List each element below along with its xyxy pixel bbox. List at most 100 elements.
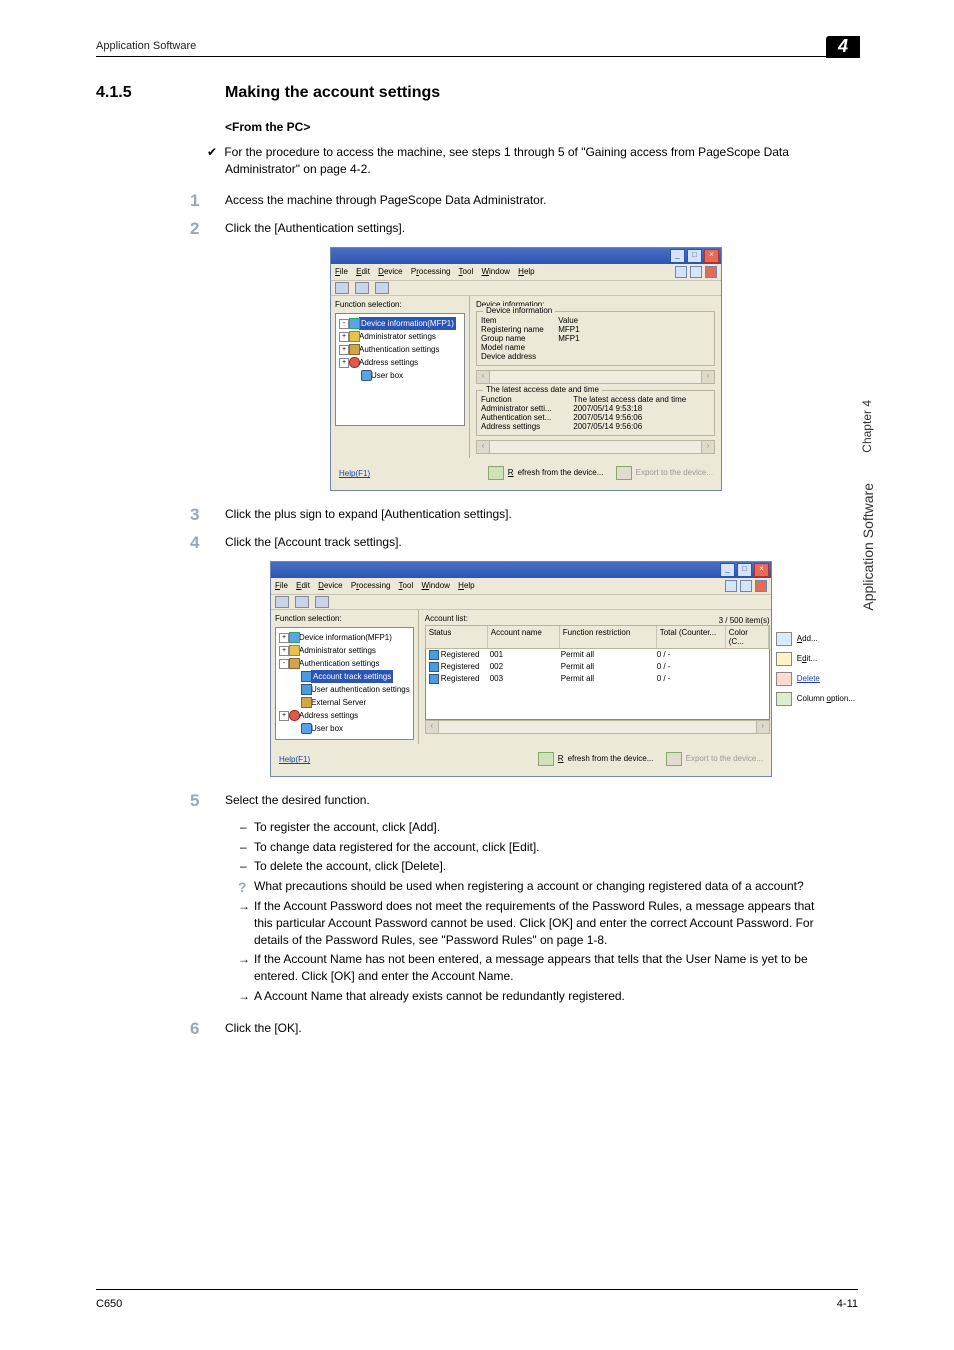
menu-edit[interactable]: Edit	[356, 267, 370, 276]
status-icon	[429, 662, 439, 672]
column-option-button[interactable]: Column option...	[776, 692, 860, 706]
toolbar-icon[interactable]	[375, 282, 389, 294]
h-scrollbar[interactable]: ‹ ›	[425, 720, 770, 734]
menu-window[interactable]: Window	[481, 267, 509, 276]
minimize-icon[interactable]: _	[720, 563, 735, 577]
tree-item-device-info[interactable]: Device information(MFP1)	[359, 317, 456, 330]
col-color[interactable]: Color (C...	[726, 626, 769, 648]
close-icon[interactable]: ×	[754, 563, 769, 577]
tree-collapse-icon[interactable]: -	[279, 659, 289, 669]
menu-device[interactable]: Device	[318, 581, 342, 590]
inner-close-icon[interactable]	[755, 580, 767, 592]
tree-expand-icon[interactable]: +	[279, 711, 289, 721]
scroll-left-icon[interactable]: ‹	[425, 720, 439, 734]
scroll-left-icon[interactable]: ‹	[476, 370, 490, 384]
col-status[interactable]: Status	[426, 626, 488, 648]
device-icon	[349, 318, 360, 329]
row-label: Registering name	[481, 325, 556, 334]
account-table[interactable]: Registered 001 Permit all 0 / - Register…	[425, 649, 770, 720]
scroll-right-icon[interactable]: ›	[701, 370, 715, 384]
toolbar-icon[interactable]	[315, 596, 329, 608]
refresh-button[interactable]: RRefresh from the device...efresh from t…	[488, 466, 604, 480]
toolbar-icon[interactable]	[275, 596, 289, 608]
tree-item-address[interactable]: Address settings	[359, 358, 418, 367]
tree-item-userbox[interactable]: User box	[371, 371, 403, 380]
table-row[interactable]: Registered 003 Permit all 0 / -	[426, 673, 769, 685]
function-tree[interactable]: -Device information(MFP1) + Administrator…	[335, 313, 465, 426]
row-label: Authentication set...	[481, 413, 571, 422]
add-icon	[776, 632, 792, 646]
tree-expand-icon[interactable]: +	[339, 358, 349, 368]
menu-device[interactable]: Device	[378, 267, 402, 276]
col-total[interactable]: Total (Counter...	[657, 626, 726, 648]
table-header[interactable]: Status Account name Function restriction…	[425, 625, 770, 649]
inner-minimize-icon[interactable]	[725, 580, 737, 592]
help-link[interactable]: Help(F1)	[279, 755, 310, 764]
tree-item-auth[interactable]: Authentication settings	[359, 345, 440, 354]
window-titlebar[interactable]: _ □ ×	[331, 248, 721, 264]
footer-page-number: 4-11	[837, 1298, 858, 1310]
menu-processing[interactable]: Processing	[351, 581, 391, 590]
menu-file[interactable]: FFileile	[335, 267, 348, 276]
maximize-icon[interactable]: □	[737, 563, 752, 577]
tree-item-user-auth[interactable]: User authentication settings	[311, 685, 410, 694]
menubar[interactable]: FFileile Edit Device Processing Tool Win…	[335, 267, 541, 276]
answer-item: If the Account Password does not meet th…	[240, 898, 830, 948]
menu-file[interactable]: File	[275, 581, 288, 590]
tree-item-userbox[interactable]: User box	[311, 724, 343, 733]
table-row[interactable]: Registered 001 Permit all 0 / -	[426, 649, 769, 661]
tree-item-account-track[interactable]: Account track settings	[311, 670, 393, 683]
scroll-left-icon[interactable]: ‹	[476, 440, 490, 454]
tree-expand-icon[interactable]: +	[339, 332, 349, 342]
table-row[interactable]: Registered 002 Permit all 0 / -	[426, 661, 769, 673]
help-link[interactable]: Help(F1)	[339, 469, 370, 478]
function-tree[interactable]: + Device information(MFP1) + Administrator…	[275, 627, 414, 740]
inner-restore-icon[interactable]	[690, 266, 702, 278]
tree-expand-icon[interactable]: +	[339, 345, 349, 355]
inner-close-icon[interactable]	[705, 266, 717, 278]
menu-help[interactable]: Help	[518, 267, 534, 276]
tree-item-external-server[interactable]: External Server	[311, 698, 366, 707]
close-icon[interactable]: ×	[704, 249, 719, 263]
tree-item-auth[interactable]: Authentication settings	[299, 659, 380, 668]
tree-item-admin[interactable]: Administrator settings	[359, 332, 436, 341]
edit-button[interactable]: Edit...	[776, 652, 860, 666]
menu-processing[interactable]: Processing	[411, 267, 451, 276]
tree-expand-icon[interactable]: +	[279, 646, 289, 656]
toolbar-icon[interactable]	[335, 282, 349, 294]
screenshot-window-device-info: _ □ × FFileile Edit Device Processing To…	[330, 247, 722, 491]
refresh-button[interactable]: Refresh from the device...	[538, 752, 654, 766]
menu-window[interactable]: Window	[421, 581, 449, 590]
tree-expand-icon[interactable]: +	[279, 633, 289, 643]
tree-item-device-info[interactable]: Device information(MFP1)	[299, 633, 392, 642]
row-label: Address settings	[481, 422, 571, 431]
scroll-right-icon[interactable]: ›	[756, 720, 770, 734]
row-value: 2007/05/14 9:56:06	[573, 413, 686, 422]
question-item: What precautions should be used when reg…	[240, 878, 830, 895]
inner-restore-icon[interactable]	[740, 580, 752, 592]
admin-icon	[349, 331, 360, 342]
menubar[interactable]: File Edit Device Processing Tool Window …	[275, 581, 481, 590]
h-scrollbar[interactable]: ‹ ›	[476, 370, 715, 384]
tree-item-admin[interactable]: Administrator settings	[299, 646, 376, 655]
toolbar-icon[interactable]	[355, 282, 369, 294]
col-function-restriction[interactable]: Function restriction	[560, 626, 657, 648]
toolbar-icon[interactable]	[295, 596, 309, 608]
menu-tool[interactable]: Tool	[459, 267, 474, 276]
minimize-icon[interactable]: _	[670, 249, 685, 263]
col-account-name[interactable]: Account name	[488, 626, 560, 648]
tree-expand-icon[interactable]: -	[339, 319, 349, 329]
delete-button[interactable]: Delete	[776, 672, 860, 686]
menu-help[interactable]: Help	[458, 581, 474, 590]
menu-tool[interactable]: Tool	[399, 581, 414, 590]
menu-edit[interactable]: Edit	[296, 581, 310, 590]
inner-minimize-icon[interactable]	[675, 266, 687, 278]
tree-item-address[interactable]: Address settings	[299, 711, 358, 720]
maximize-icon[interactable]: □	[687, 249, 702, 263]
h-scrollbar[interactable]: ‹ ›	[476, 440, 715, 454]
row-label: Model name	[481, 343, 556, 352]
scroll-right-icon[interactable]: ›	[701, 440, 715, 454]
auth-icon	[349, 344, 360, 355]
window-titlebar[interactable]: _ □ ×	[271, 562, 771, 578]
add-button[interactable]: Add...	[776, 632, 860, 646]
